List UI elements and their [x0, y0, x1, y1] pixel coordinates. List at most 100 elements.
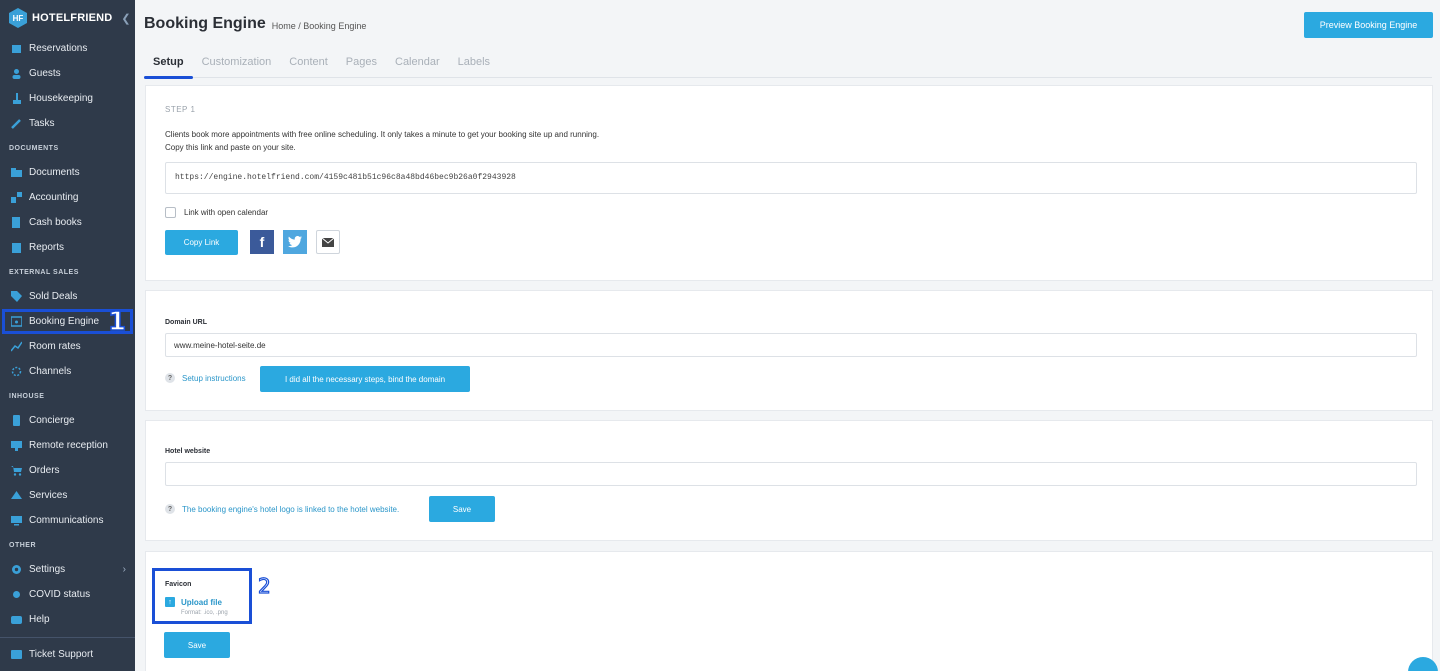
favicon-label: Favicon	[165, 581, 192, 588]
sidebar-item-label: Orders	[29, 465, 60, 476]
engine-icon	[10, 315, 23, 328]
sidebar-item-label: Booking Engine	[29, 316, 100, 327]
sidebar-item-guests[interactable]: Guests	[0, 61, 135, 86]
hotel-website-input[interactable]	[165, 462, 1417, 486]
collapse-chevron-icon[interactable]: ❮	[121, 12, 130, 25]
logo[interactable]: HF HOTELFRIEND ❮	[0, 0, 135, 36]
sidebar-item-reservations[interactable]: Reservations	[0, 36, 135, 61]
calendar-icon	[10, 42, 23, 55]
sidebar-item-label: Cash books	[29, 217, 82, 228]
sidebar-item-housekeeping[interactable]: Housekeeping	[0, 86, 135, 111]
network-icon	[10, 365, 23, 378]
tab-pages[interactable]: Pages	[337, 48, 386, 78]
help-icon	[10, 613, 23, 626]
sidebar-item-help[interactable]: Help	[0, 607, 135, 632]
tab-bar: Setup Customization Content Pages Calend…	[144, 48, 1432, 79]
sidebar-item-label: Communications	[29, 515, 104, 526]
favicon-upload-area: Favicon ↑ Upload file Format: .ico, .png	[152, 568, 252, 624]
sidebar-item-covid-status[interactable]: COVID status	[0, 582, 135, 607]
sidebar-item-services[interactable]: Services	[0, 483, 135, 508]
favicon-card: Favicon ↑ Upload file Format: .ico, .png…	[145, 551, 1433, 671]
setup-instructions-link[interactable]: Setup instructions	[182, 374, 246, 383]
step1-card: STEP 1 Clients book more appointments wi…	[145, 85, 1433, 281]
open-calendar-checkbox[interactable]	[165, 207, 176, 218]
sidebar-item-label: Ticket Support	[29, 649, 94, 660]
sidebar-item-label: Concierge	[29, 415, 75, 426]
sidebar-item-accounting[interactable]: Accounting	[0, 185, 135, 210]
sidebar-item-cash-books[interactable]: Cash books	[0, 210, 135, 235]
hotel-website-help-row: ? The booking engine's hotel logo is lin…	[165, 504, 399, 514]
person-icon	[10, 67, 23, 80]
booking-link-field[interactable]: https://engine.hotelfriend.com/4159c481b…	[165, 162, 1417, 194]
phone-icon	[10, 414, 23, 427]
step-description: Clients book more appointments with free…	[165, 128, 599, 154]
sidebar-item-room-rates[interactable]: Room rates	[0, 334, 135, 359]
wrench-icon	[10, 117, 23, 130]
sidebar-item-label: Channels	[29, 366, 72, 377]
sidebar-item-concierge[interactable]: Concierge	[0, 408, 135, 433]
sidebar-item-orders[interactable]: Orders	[0, 458, 135, 483]
main-content: Booking Engine Home / Booking Engine Pre…	[135, 0, 1440, 671]
sidebar-item-ticket-support[interactable]: Ticket Support	[0, 642, 135, 667]
tab-content[interactable]: Content	[280, 48, 337, 78]
gear-icon	[10, 563, 23, 576]
sidebar-item-settings[interactable]: Settings ›	[0, 557, 135, 582]
section-external-sales: EXTERNAL SALES	[9, 268, 79, 276]
upload-icon: ↑	[165, 597, 175, 607]
description-line-2: Copy this link and paste on your site.	[165, 143, 296, 152]
sidebar-item-label: Accounting	[29, 192, 79, 203]
sidebar-item-label: Sold Deals	[29, 291, 78, 302]
sidebar-item-documents[interactable]: Documents	[0, 160, 135, 185]
chart-icon	[10, 191, 23, 204]
save-website-button[interactable]: Save	[429, 496, 495, 522]
sidebar-item-label: Guests	[29, 68, 61, 79]
monitor-icon	[10, 514, 23, 527]
cart-icon	[10, 464, 23, 477]
virus-icon	[10, 588, 23, 601]
sidebar-item-reports[interactable]: Reports	[0, 235, 135, 260]
tab-customization[interactable]: Customization	[193, 48, 281, 78]
twitter-share-button[interactable]	[283, 230, 307, 254]
section-other: OTHER	[9, 541, 36, 549]
sidebar-item-label: Help	[29, 614, 50, 625]
sidebar-item-label: Reservations	[29, 43, 88, 54]
sidebar-item-communications[interactable]: Communications	[0, 508, 135, 533]
sidebar-item-remote-reception[interactable]: Remote reception	[0, 433, 135, 458]
email-share-button[interactable]	[316, 230, 340, 254]
ticket-icon	[10, 648, 23, 661]
domain-url-input[interactable]: www.meine-hotel-seite.de	[165, 333, 1417, 357]
tab-labels[interactable]: Labels	[449, 48, 499, 78]
preview-booking-engine-button[interactable]: Preview Booking Engine	[1304, 12, 1433, 38]
report-icon	[10, 241, 23, 254]
save-favicon-button[interactable]: Save	[164, 632, 230, 658]
open-calendar-checkbox-row[interactable]: Link with open calendar	[165, 207, 268, 218]
sidebar-item-label: Settings	[29, 564, 66, 575]
tag-icon	[10, 290, 23, 303]
sidebar-item-channels[interactable]: Channels	[0, 359, 135, 384]
sidebar-item-label: Remote reception	[29, 440, 108, 451]
page-title: Booking Engine	[144, 15, 266, 32]
sidebar-item-label: COVID status	[29, 589, 91, 600]
services-icon	[10, 489, 23, 502]
trend-icon	[10, 340, 23, 353]
question-icon: ?	[165, 504, 175, 514]
sidebar-item-label: Services	[29, 490, 68, 501]
domain-url-label: Domain URL	[165, 319, 207, 326]
tab-calendar[interactable]: Calendar	[386, 48, 449, 78]
folder-icon	[10, 166, 23, 179]
page-header: Booking Engine Home / Booking Engine	[135, 0, 1440, 48]
copy-link-button[interactable]: Copy Link	[165, 230, 238, 255]
sidebar-item-label: Tasks	[29, 118, 55, 129]
chevron-right-icon: ›	[122, 564, 126, 575]
ticket-support-section: Ticket Support	[0, 637, 135, 667]
logo-text: HOTELFRIEND	[32, 12, 113, 24]
facebook-share-button[interactable]: f	[250, 230, 274, 254]
bind-domain-button[interactable]: I did all the necessary steps, bind the …	[260, 366, 470, 392]
sidebar-item-tasks[interactable]: Tasks	[0, 111, 135, 136]
upload-file-button[interactable]: ↑ Upload file	[165, 597, 222, 607]
sidebar-item-sold-deals[interactable]: Sold Deals	[0, 284, 135, 309]
logo-icon: HF	[9, 8, 27, 28]
tab-setup[interactable]: Setup	[144, 48, 193, 79]
upload-file-label: Upload file	[181, 597, 222, 607]
breadcrumb[interactable]: Home / Booking Engine	[272, 21, 367, 31]
